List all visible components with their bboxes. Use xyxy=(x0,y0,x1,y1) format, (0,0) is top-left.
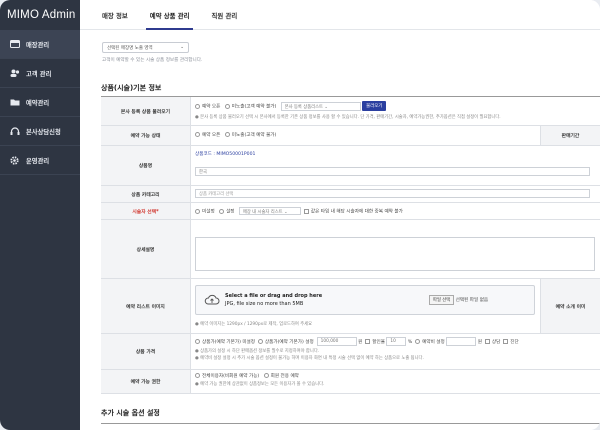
row-image: 예약 리스트 이미지 Select a file or drag and dro… xyxy=(101,279,600,334)
image-dropzone[interactable]: Select a file or drag and drop here JPG,… xyxy=(195,285,535,315)
radio-price-none[interactable] xyxy=(195,339,200,344)
radio-import-hidden[interactable] xyxy=(224,103,230,109)
store-icon xyxy=(9,39,20,49)
import-product-select[interactable]: 본사 등록 상품리스트 ⌄ xyxy=(280,101,361,111)
radio-staff-none[interactable] xyxy=(195,208,200,214)
deposit-input[interactable] xyxy=(446,337,477,346)
row-detail: 상세설명 xyxy=(101,220,600,279)
staff-duplicate-checkbox[interactable] xyxy=(303,208,309,214)
row-category: 상품 카테고리 상품 카테고리 선택 xyxy=(101,186,600,203)
radio-status-hidden[interactable] xyxy=(224,132,230,137)
cloud-upload-icon xyxy=(204,293,220,309)
radio-import-open[interactable] xyxy=(195,103,200,109)
section-title-basic: 상품(시술)기본 정보 xyxy=(101,84,162,92)
section-title-options: 추가 시술 옵션 설정 xyxy=(101,409,160,417)
store-select[interactable]: 선택된 매장명 노출 영역 ⌄ xyxy=(102,42,189,53)
import-button[interactable]: 불러오기 xyxy=(362,101,387,111)
row-status: 예약 가능 상태 예약 오픈 미노출(고객 예약 불가) 판매기간 xyxy=(101,126,600,146)
store-hint: 고객이 예약할 수 있는 시술 상품 정보를 관리합니다. xyxy=(102,58,203,63)
tab-bar: 매장 정보 예약 상품 관리 직원 관리 xyxy=(80,0,600,30)
radio-auth-member[interactable] xyxy=(263,373,269,378)
radio-deposit[interactable] xyxy=(415,339,421,344)
app-window: MIMO Admin 매장관리 고객 관리 예약관리 본사상담신청 운영관리 매… xyxy=(0,0,600,430)
intro-image-label: 예약 소개 이미 xyxy=(540,279,600,333)
staff-select[interactable]: 매장 내 시술자 리스트 ⌄ xyxy=(238,207,301,215)
discount-input[interactable]: 10 xyxy=(386,337,407,346)
row-label: 예약 리스트 이미지 xyxy=(101,279,191,333)
sidebar-item-label: 고객 관리 xyxy=(26,70,52,78)
headset-icon xyxy=(9,126,20,136)
main-content: 매장 정보 예약 상품 관리 직원 관리 선택된 매장명 노출 영역 ⌄ 고객이… xyxy=(80,0,600,430)
auth-note: ● 예약 가능 권한에 상관없이 상품정보는 모든 이용자가 볼 수 있습니다. xyxy=(195,382,325,387)
sidebar-item-operations[interactable]: 운영관리 xyxy=(0,146,80,175)
row-label: 상품명 xyxy=(101,146,191,185)
upload-line2: JPG, file size no more than 5MB xyxy=(225,301,304,307)
consult-checkbox[interactable] xyxy=(484,339,490,344)
file-select-button[interactable]: 파일 선택 xyxy=(429,295,455,305)
diagnosis-checkbox[interactable] xyxy=(503,339,509,344)
price-note1: ● 상품가의 설정 시 하단 판매옵션 정보를 필수로 지정하여야 합니다. xyxy=(195,349,320,354)
options-table-top xyxy=(101,423,600,424)
row-auth: 예약 가능 권한 전체이용자(비회원 예약 가능) 회원 전용 예약 ● 예약 … xyxy=(101,370,600,394)
upload-line1: Select a file or drag and drop here xyxy=(225,293,323,299)
row-label: 예약 가능 상태 xyxy=(101,126,191,145)
product-code: 상품코드 : MIMO50001P001 xyxy=(195,152,256,157)
users-icon xyxy=(9,68,20,78)
folder-icon xyxy=(9,97,20,107)
sale-period-label: 판매기간 xyxy=(540,126,600,145)
sidebar-item-store[interactable]: 매장관리 xyxy=(0,30,80,59)
row-label: 본사 등록 상품 불러오기 xyxy=(101,97,191,125)
row-name: 상품명 상품코드 : MIMO50001P001 한국 xyxy=(101,146,600,186)
radio-auth-all[interactable] xyxy=(195,373,200,378)
radio-staff-set[interactable] xyxy=(219,208,225,214)
sidebar-item-label: 매장관리 xyxy=(26,41,50,49)
sidebar-item-reservations[interactable]: 예약관리 xyxy=(0,88,80,117)
chevron-down-icon: ⌄ xyxy=(180,45,184,50)
sidebar: MIMO Admin 매장관리 고객 관리 예약관리 본사상담신청 운영관리 xyxy=(0,0,80,430)
file-status: 선택된 파일 없음 xyxy=(455,298,489,303)
sidebar-item-consult[interactable]: 본사상담신청 xyxy=(0,117,80,146)
product-name-input[interactable]: 한국 xyxy=(195,167,590,176)
app-logo: MIMO Admin xyxy=(7,9,76,21)
row-label: 시술자 선택* xyxy=(101,203,191,219)
tab-staff[interactable]: 직원 관리 xyxy=(203,0,245,29)
row-import: 본사 등록 상품 불러오기 예약 오픈 미노출(고객 예약 불가) 본사 등록 … xyxy=(101,97,600,126)
sidebar-item-label: 운영관리 xyxy=(26,157,50,165)
sidebar-item-label: 본사상담신청 xyxy=(26,128,61,136)
import-note: ● 본사 등록 상품 불러오기 선택 시 본사에서 등록한 기존 상품 정보를 … xyxy=(195,115,501,120)
row-label: 상품 가격 xyxy=(101,334,191,369)
price-input[interactable]: 100,000 xyxy=(316,337,357,346)
radio-status-open[interactable] xyxy=(195,132,200,137)
row-label: 상품 카테고리 xyxy=(101,186,191,202)
row-price: 상품 가격 상품가(예약 기본가) 미설정 상품가(예약 기본가) 설정 100… xyxy=(101,334,600,370)
radio-price-set[interactable] xyxy=(257,339,263,344)
sidebar-item-customers[interactable]: 고객 관리 xyxy=(0,59,80,88)
row-label: 상세설명 xyxy=(101,220,191,278)
sidebar-item-label: 예약관리 xyxy=(26,99,50,107)
tab-store-info[interactable]: 매장 정보 xyxy=(94,0,136,29)
gear-icon xyxy=(9,155,20,165)
price-note2: ● 예약비 설정 설정 시 추가 시술 옵션 설정이 불가능 하며 이용자 화면… xyxy=(195,356,424,361)
image-note: ● 예약 이미지는 1290px / 1290px로 제작, 업로드하여 주세요 xyxy=(195,322,313,327)
basic-info-table: 본사 등록 상품 불러오기 예약 오픈 미노출(고객 예약 불가) 본사 등록 … xyxy=(101,96,600,394)
tab-reservation-products[interactable]: 예약 상품 관리 xyxy=(142,0,198,30)
discount-checkbox[interactable] xyxy=(365,339,371,344)
row-staff: 시술자 선택* 미설정 설정 매장 내 시술자 리스트 ⌄ 같은 타임 내 해당… xyxy=(101,203,600,220)
row-label: 예약 가능 권한 xyxy=(101,370,191,393)
category-select[interactable]: 상품 카테고리 선택 xyxy=(195,189,590,198)
store-select-value: 선택된 매장명 노출 영역 xyxy=(107,46,153,51)
detail-textarea[interactable] xyxy=(195,237,595,271)
